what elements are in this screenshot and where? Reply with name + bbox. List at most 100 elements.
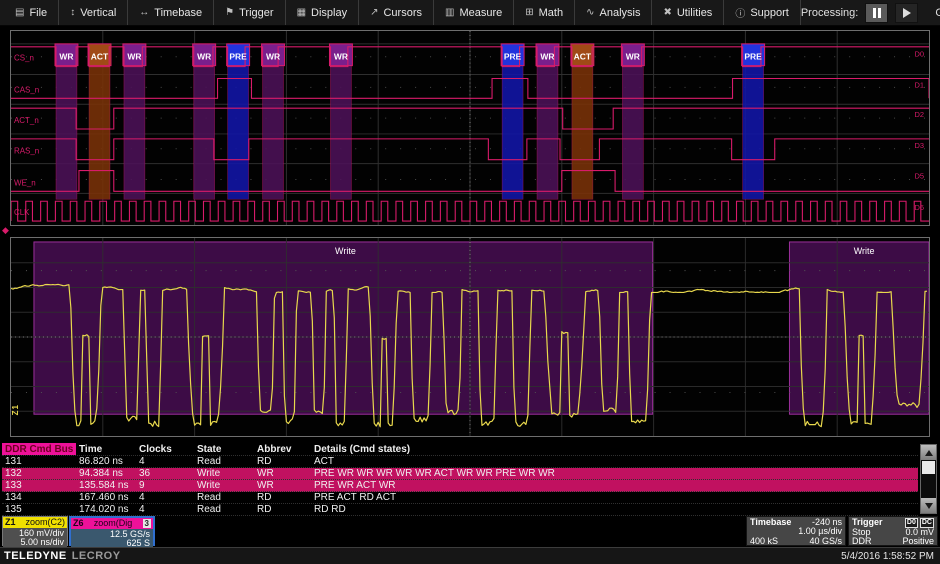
datetime-display: 5/4/2016 1:58:52 PM bbox=[841, 551, 936, 562]
col-header-state: State bbox=[194, 443, 254, 455]
trigger-position-marker-icon[interactable]: ◆ bbox=[2, 226, 9, 235]
menu-item-file[interactable]: ▤ File bbox=[4, 0, 59, 25]
waveform-chart-icon: ∿ bbox=[586, 7, 594, 18]
col-header-details: Details (Cmd states) bbox=[311, 443, 918, 455]
svg-text:D3: D3 bbox=[914, 141, 924, 150]
menu-label: Trigger bbox=[239, 7, 273, 19]
oscilloscope-screen: ▤ File ↕ Vertical ↔ Timebase ⚑ Trigger ▦ Disp… bbox=[0, 0, 940, 564]
menu-item-display[interactable]: ▦ Display bbox=[286, 0, 360, 25]
menu-item-utilities[interactable]: ✖ Utilities bbox=[652, 0, 724, 25]
file-icon: ▤ bbox=[15, 7, 24, 18]
table-row[interactable]: 135174.020 ns4ReadRDRD RD bbox=[2, 504, 918, 516]
col-header-abbrev: Abbrev bbox=[254, 443, 311, 455]
menu-label: Math bbox=[539, 7, 563, 19]
menu-label: File bbox=[29, 7, 47, 19]
footer-bar: TELEDYNE LECROY 5/4/2016 1:58:52 PM bbox=[0, 547, 940, 564]
menu-item-timebase[interactable]: ↔ Timebase bbox=[128, 0, 214, 25]
pause-icon bbox=[873, 8, 876, 18]
vertical-arrows-icon: ↕ bbox=[70, 7, 75, 18]
table-scrollbar bbox=[920, 444, 937, 514]
svg-text:WR: WR bbox=[59, 52, 73, 62]
svg-text:WR: WR bbox=[127, 52, 141, 62]
processing-label: Processing: bbox=[801, 7, 858, 19]
ruler-icon: ▥ bbox=[445, 7, 454, 18]
menu-label: Timebase bbox=[154, 7, 202, 19]
brand-logo: TELEDYNE bbox=[4, 550, 67, 562]
svg-text:PRE: PRE bbox=[504, 52, 522, 62]
scrollbar-thumb[interactable] bbox=[922, 461, 935, 474]
analog-waveform-graticule: WriteWrite bbox=[11, 238, 929, 436]
z6-descriptor-box[interactable]: Z6zoom(Dig3 12.5 GS/s625 S bbox=[69, 516, 155, 546]
status-row: Z1zoom(C2) 160 mV/div5.00 ns/div Z6zoom(… bbox=[2, 516, 938, 546]
svg-text:D0: D0 bbox=[914, 50, 924, 59]
menu-bar: ▤ File ↕ Vertical ↔ Timebase ⚑ Trigger ▦ Disp… bbox=[0, 0, 940, 26]
svg-text:ACT_n: ACT_n bbox=[14, 116, 39, 125]
menu-item-analysis[interactable]: ∿ Analysis bbox=[575, 0, 652, 25]
menu-label: Analysis bbox=[600, 7, 641, 19]
z6-count-badge: 3 bbox=[143, 519, 151, 528]
cursor-arrow-icon: ↗ bbox=[370, 7, 378, 18]
table-row[interactable]: 13294.384 ns36WriteWRPRE WR WR WR WR WR … bbox=[2, 468, 918, 480]
menu-item-measure[interactable]: ▥ Measure bbox=[434, 0, 514, 25]
menu-label: Utilities bbox=[677, 7, 712, 19]
gesture-label: Gesture bbox=[935, 7, 940, 19]
timebase-box[interactable]: Timebase-240 ns 1.00 µs/div 400 kS40 GS/… bbox=[746, 516, 846, 546]
svg-text:Write: Write bbox=[854, 246, 875, 256]
menu-item-support[interactable]: ⓘ Support bbox=[724, 0, 801, 25]
svg-text:WR: WR bbox=[540, 52, 554, 62]
table-row[interactable]: 134167.460 ns4ReadRDPRE ACT RD ACT bbox=[2, 492, 918, 504]
table-row[interactable]: 133135.584 ns9WriteWRPRE WR ACT WR bbox=[2, 480, 918, 492]
table-row[interactable]: 13186.820 ns4ReadRDACT bbox=[2, 456, 918, 468]
scroll-up-icon bbox=[925, 450, 933, 456]
play-button[interactable] bbox=[895, 3, 918, 23]
z1-descriptor-box[interactable]: Z1zoom(C2) 160 mV/div5.00 ns/div bbox=[2, 516, 68, 546]
scroll-down-button[interactable] bbox=[921, 498, 936, 513]
svg-text:PRE: PRE bbox=[744, 52, 762, 62]
svg-text:D2: D2 bbox=[914, 110, 924, 119]
svg-text:RAS_n: RAS_n bbox=[14, 147, 39, 156]
svg-text:D6: D6 bbox=[914, 203, 924, 212]
digital-timing-panel[interactable]: CS_n CAS_n ACT_n RAS_n WE_n CLK D0 D1 D2 D3 D5 D6 WR… bbox=[10, 30, 930, 226]
brand-logo-secondary: LECROY bbox=[72, 550, 121, 562]
trigger-box[interactable]: TriggerD0DC Stop0.0 mV DDRPositive bbox=[848, 516, 938, 546]
play-icon bbox=[903, 8, 911, 18]
col-header-time: Time bbox=[76, 443, 136, 455]
menu-label: Vertical bbox=[80, 7, 116, 19]
display-grid-icon: ▦ bbox=[297, 7, 306, 18]
info-icon: ⓘ bbox=[735, 5, 745, 20]
menu-item-math[interactable]: ⊞ Math bbox=[514, 0, 575, 25]
svg-text:D1: D1 bbox=[914, 80, 924, 89]
flag-icon: ⚑ bbox=[225, 7, 234, 18]
scroll-up-button[interactable] bbox=[921, 445, 936, 460]
menu-label: Support bbox=[750, 7, 789, 19]
svg-text:D5: D5 bbox=[914, 172, 924, 181]
analog-zoom-panel[interactable]: WriteWrite bbox=[10, 237, 930, 437]
svg-text:ACT: ACT bbox=[574, 52, 592, 62]
svg-text:WR: WR bbox=[334, 52, 348, 62]
z1-trace-label: Z1 bbox=[11, 404, 20, 415]
svg-text:WE_n: WE_n bbox=[14, 178, 36, 187]
calculator-icon: ⊞ bbox=[525, 7, 533, 18]
table-title[interactable]: DDR Cmd Bus bbox=[2, 443, 76, 455]
tools-icon: ✖ bbox=[663, 7, 671, 18]
scroll-down-icon bbox=[925, 503, 933, 509]
menu-item-vertical[interactable]: ↕ Vertical bbox=[59, 0, 128, 25]
svg-text:CLK: CLK bbox=[14, 208, 30, 217]
horizontal-arrows-icon: ↔ bbox=[139, 7, 149, 18]
menu-item-trigger[interactable]: ⚑ Trigger bbox=[214, 0, 285, 25]
ddr-decode-table: DDR Cmd Bus Time Clocks State Abbrev Det… bbox=[2, 443, 918, 516]
scrollbar-track[interactable] bbox=[921, 475, 936, 498]
menu-label: Measure bbox=[459, 7, 502, 19]
svg-text:WR: WR bbox=[626, 52, 640, 62]
menu-item-cursors[interactable]: ↗Cursors bbox=[359, 0, 434, 25]
svg-text:CAS_n: CAS_n bbox=[14, 85, 39, 94]
svg-text:ACT: ACT bbox=[91, 52, 109, 62]
svg-text:CS_n: CS_n bbox=[14, 54, 34, 63]
svg-text:PRE: PRE bbox=[229, 52, 247, 62]
digital-bus-graticule: CS_n CAS_n ACT_n RAS_n WE_n CLK D0 D1 D2 D3 D5 D6 WR… bbox=[11, 31, 929, 225]
svg-text:WR: WR bbox=[197, 52, 211, 62]
pause-button[interactable] bbox=[865, 3, 888, 23]
svg-text:WR: WR bbox=[266, 52, 280, 62]
col-header-clocks: Clocks bbox=[136, 443, 194, 455]
menu-label: Display bbox=[311, 7, 347, 19]
